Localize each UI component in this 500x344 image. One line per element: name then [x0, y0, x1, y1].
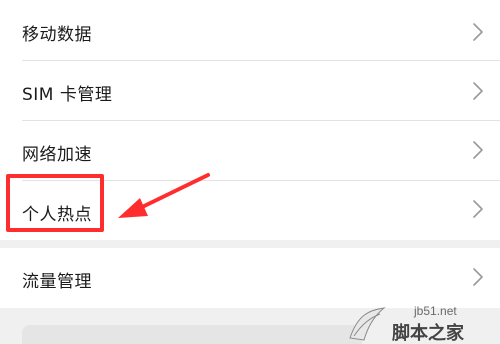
watermark-url: jb51.net: [414, 304, 457, 318]
settings-item-label: 流量管理: [22, 272, 92, 292]
watermark: jb51.net 脚本之家: [344, 304, 494, 344]
chevron-right-icon: [473, 82, 483, 100]
watermark-name: 脚本之家: [392, 323, 464, 344]
settings-group-data: 流量管理: [0, 248, 500, 308]
settings-item-label: SIM 卡管理: [22, 85, 113, 105]
site-logo-icon: [349, 307, 386, 341]
chevron-right-icon: [473, 141, 483, 159]
settings-item-label: 移动数据: [22, 25, 92, 45]
settings-item-mobile-data[interactable]: 移动数据: [0, 0, 500, 60]
chevron-right-icon: [473, 23, 483, 41]
settings-item-label: 网络加速: [22, 145, 92, 165]
settings-item-sim-card[interactable]: SIM 卡管理: [0, 61, 500, 121]
settings-screen: 移动数据 SIM 卡管理 网络加速 个人热点 流量管理 jb51.net 脚本之…: [0, 0, 500, 344]
settings-item-traffic-management[interactable]: 流量管理: [0, 248, 500, 308]
settings-item-network-acceleration[interactable]: 网络加速: [0, 121, 500, 181]
chevron-right-icon: [473, 200, 483, 218]
partial-card: [22, 325, 362, 344]
red-arrow-icon: [118, 173, 210, 218]
highlight-box: [6, 174, 104, 232]
chevron-right-icon: [473, 268, 483, 286]
